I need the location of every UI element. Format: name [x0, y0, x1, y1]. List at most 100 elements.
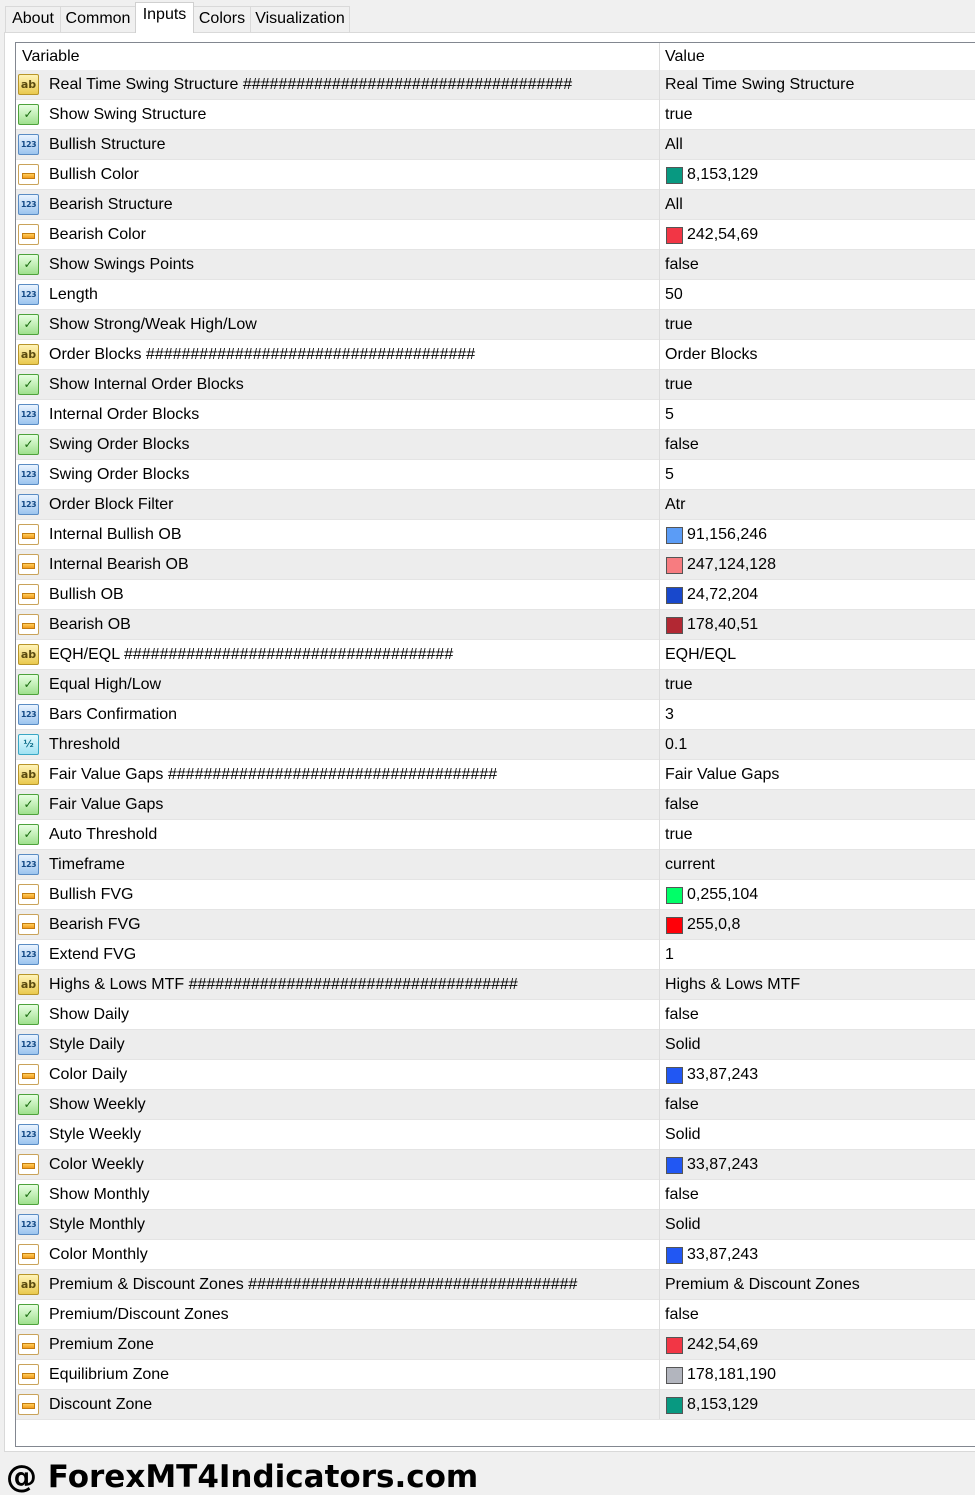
- variable-value[interactable]: false: [665, 790, 699, 819]
- variable-value[interactable]: 5: [665, 460, 674, 489]
- tab-colors[interactable]: Colors: [193, 6, 251, 32]
- table-row[interactable]: ✓ Show Daily false: [16, 1000, 975, 1030]
- table-row[interactable]: ✓ Show Weekly false: [16, 1090, 975, 1120]
- variable-value[interactable]: Solid: [665, 1030, 701, 1059]
- variable-value[interactable]: Order Blocks: [665, 340, 757, 369]
- column-header-variable[interactable]: Variable: [22, 43, 80, 71]
- variable-value[interactable]: 247,124,128: [687, 550, 776, 579]
- variable-value[interactable]: EQH/EQL: [665, 640, 736, 669]
- variable-value[interactable]: 0,255,104: [687, 880, 758, 909]
- table-row[interactable]: 123 Timeframe current: [16, 850, 975, 880]
- color-swatch[interactable]: [666, 167, 683, 184]
- color-swatch[interactable]: [666, 617, 683, 634]
- table-row[interactable]: ✓ Show Swings Points false: [16, 250, 975, 280]
- variable-value[interactable]: current: [665, 850, 715, 879]
- variable-value[interactable]: true: [665, 310, 693, 339]
- variable-value[interactable]: Atr: [665, 490, 685, 519]
- variable-value[interactable]: true: [665, 670, 693, 699]
- variable-value[interactable]: false: [665, 430, 699, 459]
- table-row[interactable]: ab Highs & Lows MTF #####################…: [16, 970, 975, 1000]
- table-row[interactable]: Color Monthly 33,87,243: [16, 1240, 975, 1270]
- table-row[interactable]: Internal Bullish OB 91,156,246: [16, 520, 975, 550]
- table-row[interactable]: ab Premium & Discount Zones #############…: [16, 1270, 975, 1300]
- color-swatch[interactable]: [666, 1067, 683, 1084]
- table-row[interactable]: Bullish Color 8,153,129: [16, 160, 975, 190]
- table-row[interactable]: Color Daily 33,87,243: [16, 1060, 975, 1090]
- table-row[interactable]: 123 Length 50: [16, 280, 975, 310]
- table-row[interactable]: 123 Style Weekly Solid: [16, 1120, 975, 1150]
- table-row[interactable]: ✓ Show Strong/Weak High/Low true: [16, 310, 975, 340]
- variable-value[interactable]: 50: [665, 280, 683, 309]
- color-swatch[interactable]: [666, 1157, 683, 1174]
- table-row[interactable]: ab EQH/EQL ##############################…: [16, 640, 975, 670]
- variable-value[interactable]: 0.1: [665, 730, 687, 759]
- variable-value[interactable]: 242,54,69: [687, 1330, 758, 1359]
- table-row[interactable]: ✓ Premium/Discount Zones false: [16, 1300, 975, 1330]
- table-row[interactable]: ab Order Blocks #########################…: [16, 340, 975, 370]
- variable-value[interactable]: Premium & Discount Zones: [665, 1270, 860, 1299]
- tab-inputs[interactable]: Inputs: [135, 2, 194, 33]
- table-row[interactable]: 123 Bars Confirmation 3: [16, 700, 975, 730]
- variable-value[interactable]: false: [665, 250, 699, 279]
- variable-value[interactable]: All: [665, 130, 683, 159]
- table-row[interactable]: 123 Extend FVG 1: [16, 940, 975, 970]
- table-row[interactable]: ✓ Show Monthly false: [16, 1180, 975, 1210]
- variable-value[interactable]: false: [665, 1300, 699, 1329]
- table-row[interactable]: Premium Zone 242,54,69: [16, 1330, 975, 1360]
- color-swatch[interactable]: [666, 1367, 683, 1384]
- color-swatch[interactable]: [666, 587, 683, 604]
- table-row[interactable]: Discount Zone 8,153,129: [16, 1390, 975, 1420]
- table-row[interactable]: Equilibrium Zone 178,181,190: [16, 1360, 975, 1390]
- table-row[interactable]: 123 Bullish Structure All: [16, 130, 975, 160]
- table-row[interactable]: ✓ Swing Order Blocks false: [16, 430, 975, 460]
- variable-value[interactable]: 33,87,243: [687, 1060, 758, 1089]
- tab-common[interactable]: Common: [60, 6, 136, 32]
- color-swatch[interactable]: [666, 887, 683, 904]
- table-row[interactable]: 123 Style Monthly Solid: [16, 1210, 975, 1240]
- variable-value[interactable]: All: [665, 190, 683, 219]
- variable-value[interactable]: 178,40,51: [687, 610, 758, 639]
- tab-visualization[interactable]: Visualization: [250, 6, 350, 32]
- variable-value[interactable]: 5: [665, 400, 674, 429]
- variable-value[interactable]: true: [665, 820, 693, 849]
- variable-value[interactable]: 33,87,243: [687, 1240, 758, 1269]
- table-row[interactable]: ab Fair Value Gaps ######################…: [16, 760, 975, 790]
- table-row[interactable]: 123 Internal Order Blocks 5: [16, 400, 975, 430]
- variable-value[interactable]: false: [665, 1180, 699, 1209]
- variable-value[interactable]: false: [665, 1000, 699, 1029]
- table-row[interactable]: 123 Order Block Filter Atr: [16, 490, 975, 520]
- variable-value[interactable]: 255,0,8: [687, 910, 740, 939]
- color-swatch[interactable]: [666, 557, 683, 574]
- color-swatch[interactable]: [666, 1337, 683, 1354]
- tab-about[interactable]: About: [5, 6, 61, 32]
- variable-value[interactable]: 33,87,243: [687, 1150, 758, 1179]
- column-header-value[interactable]: Value: [665, 43, 705, 71]
- column-divider[interactable]: [659, 43, 660, 1419]
- table-row[interactable]: 123 Bearish Structure All: [16, 190, 975, 220]
- variable-value[interactable]: Highs & Lows MTF: [665, 970, 800, 999]
- table-row[interactable]: Bullish OB 24,72,204: [16, 580, 975, 610]
- variable-value[interactable]: Real Time Swing Structure: [665, 70, 854, 99]
- variable-value[interactable]: 24,72,204: [687, 580, 758, 609]
- color-swatch[interactable]: [666, 917, 683, 934]
- variable-value[interactable]: 1: [665, 940, 674, 969]
- table-row[interactable]: Bullish FVG 0,255,104: [16, 880, 975, 910]
- variable-value[interactable]: 91,156,246: [687, 520, 767, 549]
- table-row[interactable]: ✓ Fair Value Gaps false: [16, 790, 975, 820]
- table-row[interactable]: 123 Swing Order Blocks 5: [16, 460, 975, 490]
- table-row[interactable]: ½ Threshold 0.1: [16, 730, 975, 760]
- variable-value[interactable]: 178,181,190: [687, 1360, 776, 1389]
- variable-value[interactable]: Solid: [665, 1210, 701, 1239]
- variable-value[interactable]: Solid: [665, 1120, 701, 1149]
- table-row[interactable]: ✓ Show Swing Structure true: [16, 100, 975, 130]
- color-swatch[interactable]: [666, 527, 683, 544]
- variable-value[interactable]: true: [665, 100, 693, 129]
- color-swatch[interactable]: [666, 227, 683, 244]
- table-row[interactable]: Bearish FVG 255,0,8: [16, 910, 975, 940]
- color-swatch[interactable]: [666, 1397, 683, 1414]
- table-row[interactable]: ✓ Show Internal Order Blocks true: [16, 370, 975, 400]
- variable-value[interactable]: Fair Value Gaps: [665, 760, 779, 789]
- table-row[interactable]: Bearish OB 178,40,51: [16, 610, 975, 640]
- variable-value[interactable]: 242,54,69: [687, 220, 758, 249]
- table-row[interactable]: ab Real Time Swing Structure ############…: [16, 70, 975, 100]
